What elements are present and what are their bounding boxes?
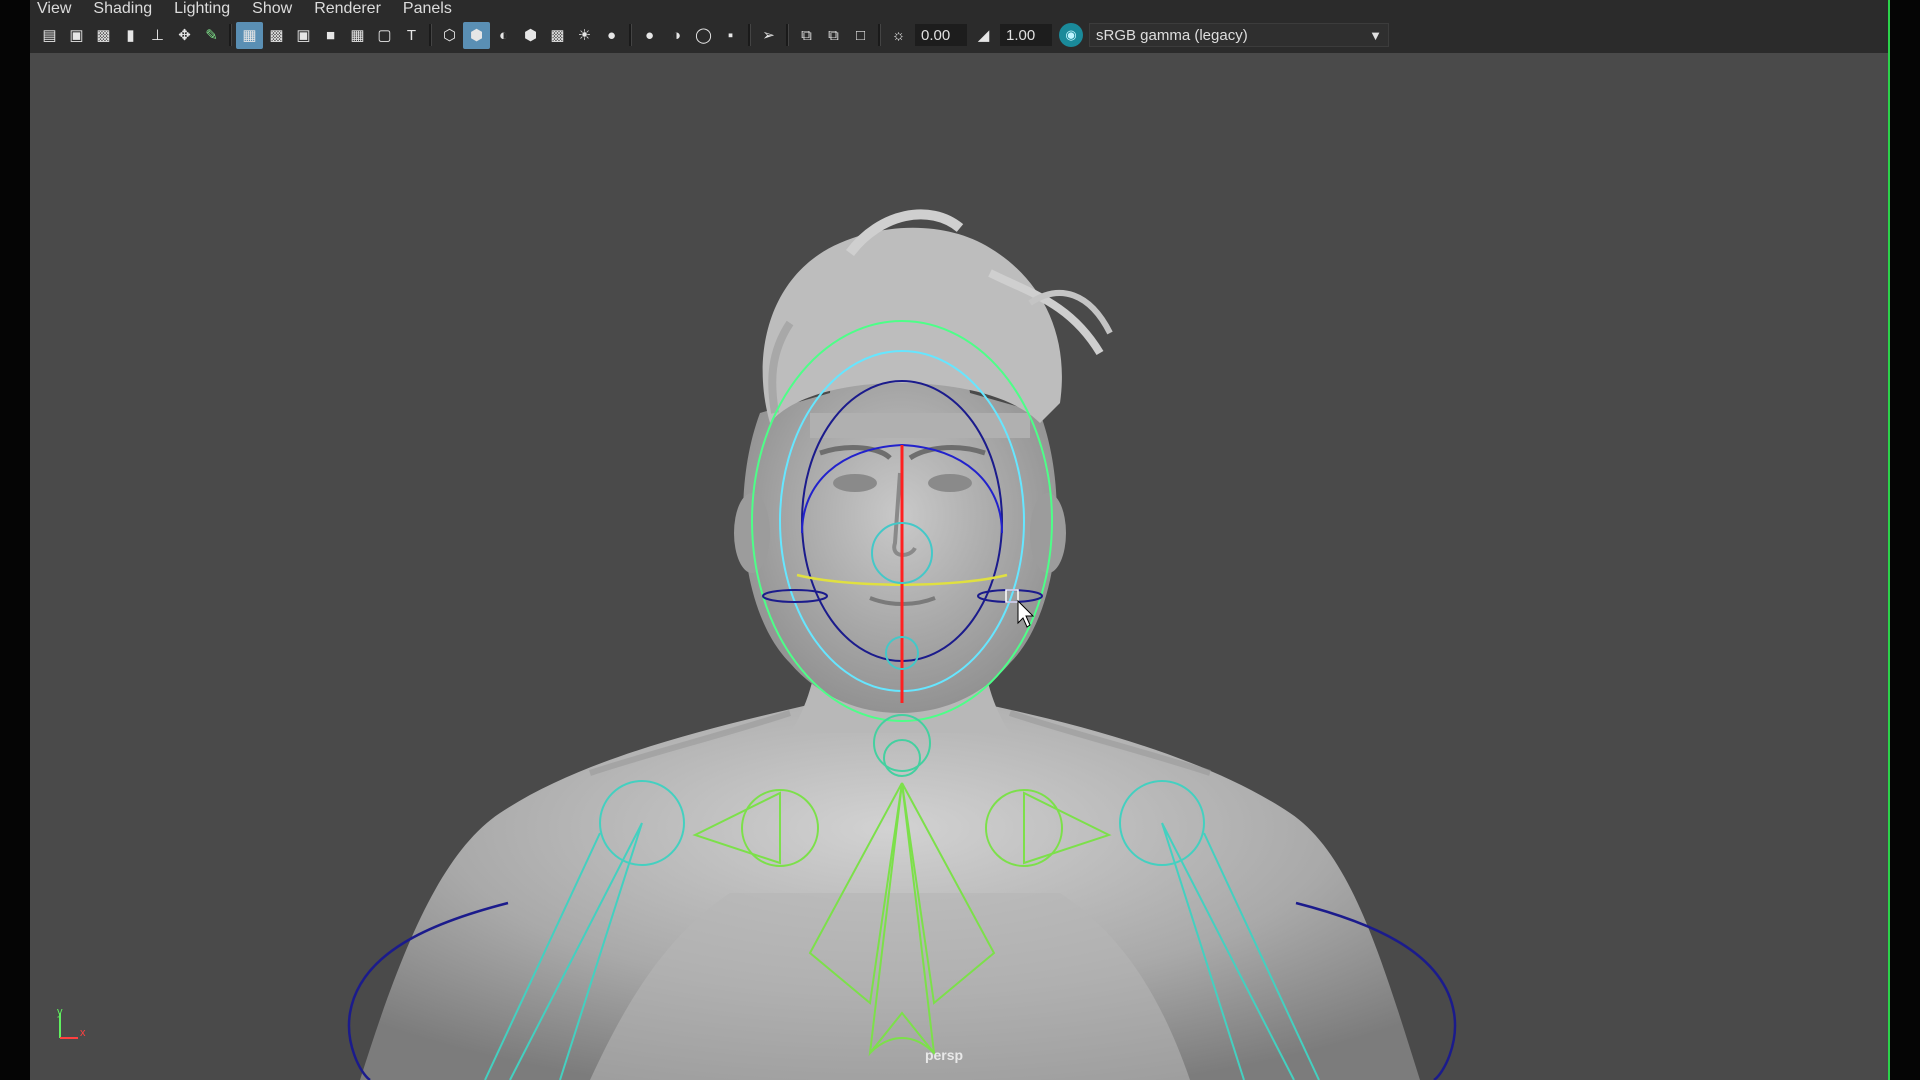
safe-title-icon[interactable]: T	[398, 22, 425, 49]
color-space-value: sRGB gamma (legacy)	[1096, 26, 1248, 44]
toolbar-separator	[786, 24, 789, 46]
field-chart-icon[interactable]: ▦	[344, 22, 371, 49]
camera-select-icon[interactable]: ▤	[36, 22, 63, 49]
axis-y-label: y	[57, 1006, 63, 1018]
gamma-icon[interactable]: ◢	[970, 22, 997, 49]
chevron-down-icon: ▼	[1369, 27, 1382, 43]
menu-panels[interactable]: Panels	[403, 0, 452, 17]
shadows-icon[interactable]: ●	[598, 22, 625, 49]
left-panel-edge	[0, 0, 30, 1080]
camera-attributes-icon[interactable]: ▩	[90, 22, 117, 49]
toolbar-separator	[748, 24, 751, 46]
menu-lighting[interactable]: Lighting	[174, 0, 230, 17]
color-management-icon[interactable]: ◉	[1059, 23, 1083, 47]
axis-x-label: x	[80, 1027, 86, 1039]
smooth-shade-icon[interactable]: ⬢	[463, 21, 490, 49]
bookmark-icon[interactable]: ▮	[117, 22, 144, 49]
xray-components-icon[interactable]: □	[847, 22, 874, 49]
menu-view[interactable]: View	[37, 0, 71, 17]
toolbar-separator	[629, 24, 632, 46]
exposure-icon[interactable]: ☼	[885, 22, 912, 49]
right-panel-edge	[1890, 0, 1920, 1080]
resolution-gate-icon[interactable]: ▣	[290, 22, 317, 49]
safe-action-icon[interactable]: ▢	[371, 22, 398, 49]
camera-name-label: persp	[924, 1047, 964, 1063]
menu-renderer[interactable]: Renderer	[314, 0, 381, 17]
color-space-dropdown[interactable]: sRGB gamma (legacy) ▼	[1089, 23, 1389, 47]
depth-of-field-icon[interactable]: ▪	[717, 22, 744, 49]
shaded-wireframe-icon[interactable]: ⬢	[517, 22, 544, 49]
screen-space-ao-icon[interactable]: ●	[636, 22, 663, 49]
panel-toolbar: ▤ ▣ ▩ ▮ ⊥ ✥ ✎ ▦ ▩ ▣ ■ ▦ ▢ T ⬡ ⬢ ◐ ⬢ ▩ ☀ …	[30, 17, 1888, 53]
gamma-field[interactable]: 1.00	[1000, 24, 1052, 46]
panel-menu-bar: View Shading Lighting Show Renderer Pane…	[30, 0, 1888, 17]
isolate-select-icon[interactable]: ➢	[755, 22, 782, 49]
2d-pan-zoom-icon[interactable]: ✥	[171, 22, 198, 49]
textured-icon[interactable]: ▩	[544, 22, 571, 49]
camera-lock-icon[interactable]: ▣	[63, 22, 90, 49]
film-gate-icon[interactable]: ▩	[263, 22, 290, 49]
grease-pencil-icon[interactable]: ✎	[198, 22, 225, 49]
menu-shading[interactable]: Shading	[93, 0, 152, 17]
xray-joints-icon[interactable]: ⧉	[820, 22, 847, 49]
exposure-field[interactable]: 0.00	[915, 24, 967, 46]
viewport-3d[interactable]	[30, 53, 1888, 1080]
grid-icon[interactable]: ▦	[236, 21, 263, 49]
motion-blur-icon[interactable]: ◑	[663, 22, 690, 49]
toolbar-separator	[878, 24, 881, 46]
scene-render	[59, 209, 1457, 1080]
toolbar-separator	[229, 24, 232, 46]
gate-mask-icon[interactable]: ■	[317, 22, 344, 49]
multisample-aa-icon[interactable]: ◯	[690, 22, 717, 49]
xray-icon[interactable]: ⧉	[793, 22, 820, 49]
default-material-icon[interactable]: ◐	[490, 22, 517, 49]
toolbar-separator	[429, 24, 432, 46]
image-plane-icon[interactable]: ⊥	[144, 22, 171, 49]
active-panel-border	[1888, 0, 1890, 1080]
menu-show[interactable]: Show	[252, 0, 292, 17]
use-all-lights-icon[interactable]: ☀	[571, 22, 598, 49]
wireframe-icon[interactable]: ⬡	[436, 22, 463, 49]
